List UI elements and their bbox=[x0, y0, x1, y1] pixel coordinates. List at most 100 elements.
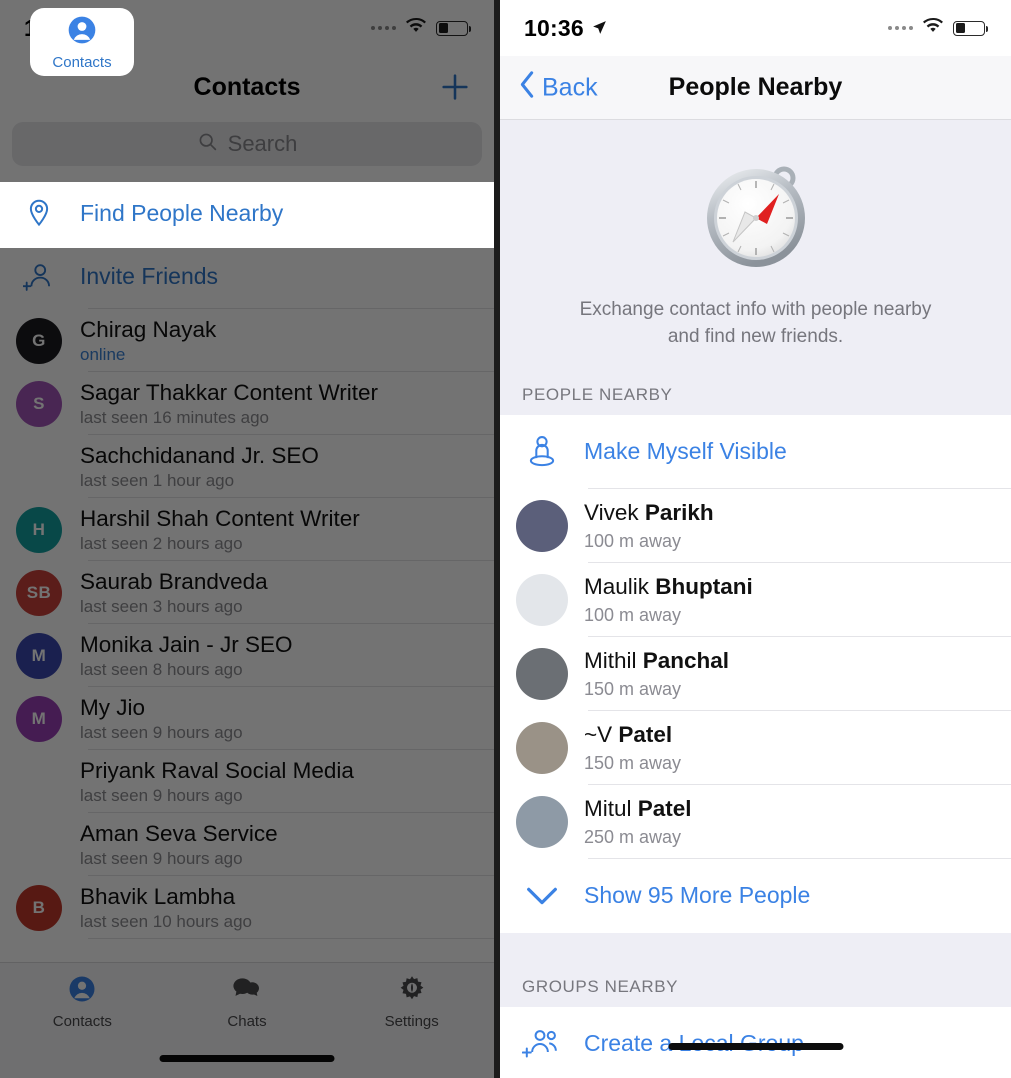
person-name: Maulik Bhuptani bbox=[584, 574, 753, 600]
avatar: M bbox=[16, 632, 62, 679]
show-more-people-label: Show 95 More People bbox=[584, 882, 811, 909]
contact-status: last seen 16 minutes ago bbox=[80, 407, 270, 427]
person-last-name: Patel bbox=[637, 795, 692, 821]
find-people-nearby-row[interactable]: Find People Nearby bbox=[0, 182, 494, 244]
contact-status: last seen 10 hours ago bbox=[80, 911, 253, 931]
hero-caption-line2: and find new friends. bbox=[667, 325, 844, 347]
person-row[interactable]: Mithil Panchal 150 m away bbox=[500, 637, 1011, 711]
tab-contacts-highlight[interactable]: Contacts bbox=[30, 8, 134, 76]
contact-name: Sagar Thakkar Content Writer bbox=[80, 379, 379, 405]
tab-contacts[interactable]: Contacts bbox=[0, 963, 165, 1041]
contact-row[interactable]: G Chirag Nayak online bbox=[0, 309, 494, 372]
search-icon bbox=[197, 131, 218, 157]
contact-name: Sachchidanand Jr. SEO bbox=[80, 442, 319, 468]
page-title-right: People Nearby bbox=[668, 73, 843, 101]
contact-name: Harshil Shah Content Writer bbox=[80, 505, 360, 531]
contact-name: Bhavik Lambha bbox=[80, 883, 236, 909]
contact-row[interactable]: Aman Seva Service last seen 9 hours ago bbox=[0, 813, 494, 876]
contacts-list: Invite Friends G Chirag Nayak online S Sagar… bbox=[0, 244, 494, 939]
contact-row[interactable]: SB Saurab Brandveda last seen 3 hours ago bbox=[0, 561, 494, 624]
make-myself-visible-row[interactable]: Make Myself Visible bbox=[500, 415, 1011, 489]
person-circle-icon-highlight bbox=[66, 14, 98, 51]
person-first-name: Mitul bbox=[584, 795, 638, 821]
contact-status: last seen 9 hours ago bbox=[80, 722, 243, 742]
avatar bbox=[516, 573, 568, 626]
person-add-icon bbox=[16, 262, 62, 292]
left-phone-contacts-screen: 10:35 Contacts bbox=[0, 0, 497, 1078]
tab-settings[interactable]: Settings bbox=[329, 963, 494, 1041]
contact-name: Monika Jain - Jr SEO bbox=[80, 631, 293, 657]
avatar bbox=[16, 759, 62, 805]
invite-friends-row[interactable]: Invite Friends bbox=[0, 244, 494, 309]
person-row[interactable]: Maulik Bhuptani 100 m away bbox=[500, 563, 1011, 637]
contact-name: Chirag Nayak bbox=[80, 316, 217, 342]
chevron-down-icon bbox=[516, 885, 568, 907]
search-input[interactable]: Search bbox=[12, 122, 482, 166]
person-row[interactable]: Mitul Patel 250 m away bbox=[500, 785, 1011, 859]
person-row[interactable]: ~V Patel 150 m away bbox=[500, 711, 1011, 785]
search-placeholder: Search bbox=[227, 131, 298, 156]
avatar bbox=[516, 647, 568, 700]
avatar bbox=[516, 795, 568, 848]
hero-caption: Exchange contact info with people nearby… bbox=[500, 297, 1011, 351]
person-first-name: Mithil bbox=[584, 647, 643, 673]
contact-row[interactable]: M Monika Jain - Jr SEO last seen 8 hours a… bbox=[0, 624, 494, 687]
contact-row[interactable]: S Sagar Thakkar Content Writer last seen 1… bbox=[0, 372, 494, 435]
contact-name: My Jio bbox=[80, 694, 146, 720]
person-distance: 100 m away bbox=[584, 530, 682, 551]
hero-caption-line1: Exchange contact info with people nearby bbox=[579, 299, 932, 320]
show-more-people-row[interactable]: Show 95 More People bbox=[500, 859, 1011, 933]
contact-row[interactable]: M My Jio last seen 9 hours ago bbox=[0, 687, 494, 750]
tab-chats-label: Chats bbox=[227, 1013, 267, 1030]
person-pin-icon bbox=[516, 433, 568, 471]
contact-row[interactable]: B Bhavik Lambha last seen 10 hours ago bbox=[0, 876, 494, 939]
contact-row[interactable]: Priyank Raval Social Media last seen 9 ho… bbox=[0, 750, 494, 813]
contact-status: last seen 9 hours ago bbox=[80, 785, 243, 805]
avatar: SB bbox=[16, 569, 62, 616]
wifi-icon bbox=[405, 17, 427, 39]
signal-dots-icon bbox=[371, 26, 396, 30]
person-distance: 150 m away bbox=[584, 752, 682, 773]
contact-status: last seen 3 hours ago bbox=[80, 596, 243, 616]
avatar: H bbox=[16, 506, 62, 553]
home-indicator bbox=[159, 1055, 335, 1062]
person-last-name: Panchal bbox=[642, 647, 730, 673]
people-nearby-card: Make Myself Visible Vivek Parikh 100 m aw… bbox=[500, 414, 1011, 933]
right-nav-bar: Back People Nearby bbox=[500, 56, 1011, 120]
map-pin-icon bbox=[16, 198, 62, 228]
person-first-name: Maulik bbox=[584, 573, 656, 599]
groups-nearby-section-header: GROUPS NEARBY bbox=[522, 976, 679, 996]
compass-icon bbox=[696, 166, 816, 280]
tab-contacts-label: Contacts bbox=[52, 1013, 112, 1030]
people-add-icon bbox=[516, 1027, 568, 1061]
contact-row[interactable]: H Harshil Shah Content Writer last seen 2 … bbox=[0, 498, 494, 561]
person-last-name: Parikh bbox=[644, 499, 714, 525]
avatar bbox=[516, 721, 568, 774]
person-row[interactable]: Vivek Parikh 100 m away bbox=[500, 489, 1011, 563]
contact-status: last seen 8 hours ago bbox=[80, 659, 243, 679]
plus-icon[interactable] bbox=[438, 70, 472, 104]
page-title: Contacts bbox=[193, 72, 301, 101]
back-label: Back bbox=[542, 73, 598, 101]
battery-icon bbox=[953, 20, 989, 36]
contact-name: Saurab Brandveda bbox=[80, 568, 268, 594]
hero-section: Exchange contact info with people nearby… bbox=[500, 120, 1011, 363]
contact-row[interactable]: Sachchidanand Jr. SEO last seen 1 hour ag… bbox=[0, 435, 494, 498]
search-container: Search bbox=[0, 118, 494, 182]
avatar bbox=[16, 822, 62, 868]
home-indicator bbox=[668, 1043, 843, 1050]
back-button[interactable]: Back bbox=[518, 70, 598, 105]
right-status-bar: 10:36 bbox=[500, 0, 1011, 56]
avatar: S bbox=[16, 380, 62, 427]
right-phone-people-nearby-screen: 10:36 Back People Nearby Exchange contac… bbox=[497, 0, 1011, 1078]
contact-status: online bbox=[80, 344, 126, 364]
tab-chats[interactable]: Chats bbox=[165, 963, 330, 1041]
make-myself-visible-label: Make Myself Visible bbox=[584, 438, 787, 465]
status-time-right: 10:36 bbox=[524, 14, 584, 41]
tab-settings-label: Settings bbox=[384, 1013, 439, 1030]
status-clock-right: 10:36 bbox=[524, 15, 608, 42]
bottom-tab-bar: Contacts Chats Settings bbox=[0, 962, 494, 1078]
person-last-name: Patel bbox=[618, 721, 673, 747]
avatar bbox=[16, 444, 62, 490]
signal-dots-icon bbox=[888, 26, 913, 30]
